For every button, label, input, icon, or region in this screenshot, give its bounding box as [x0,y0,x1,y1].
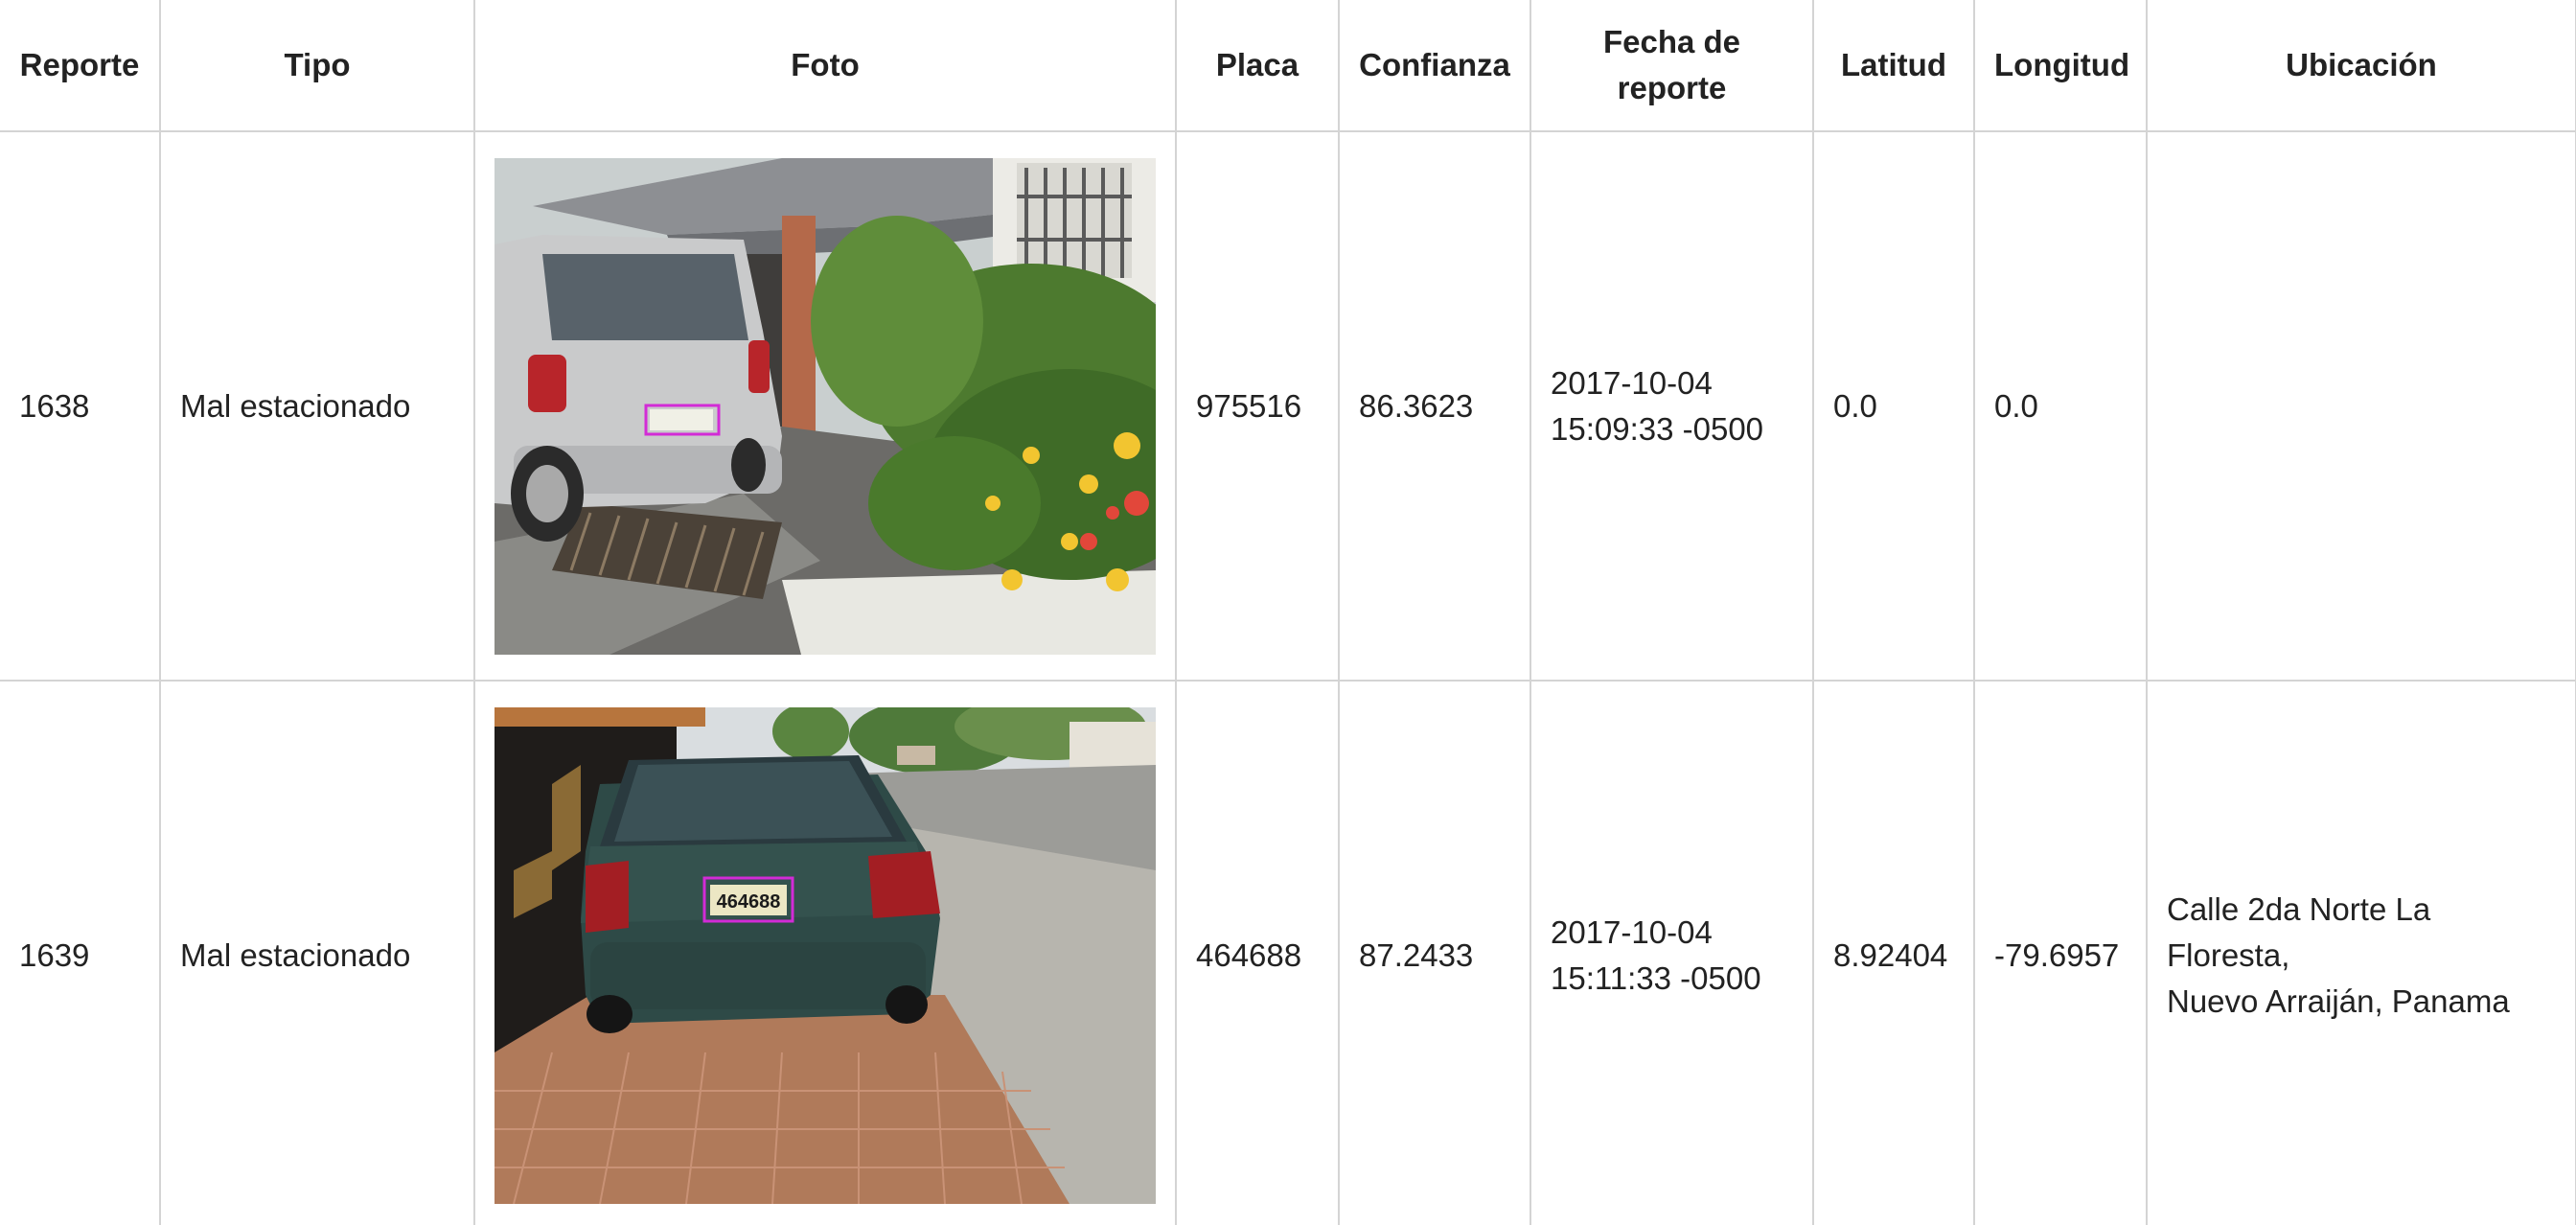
cell-ubicacion: Calle 2da Norte La Floresta, Nuevo Arrai… [2146,680,2576,1225]
cell-fecha: 2017-10-04 15:11:33 -0500 [1530,680,1814,1225]
fecha-time: 15:11:33 -0500 [1551,959,1761,996]
ubicacion-line1: Calle 2da Norte La Floresta, [2167,890,2431,973]
column-header-longitud: Longitud [1973,0,2148,132]
photo-silver-minivan-image [494,157,1156,655]
column-header-latitud: Latitud [1812,0,1975,132]
cell-placa: 975516 [1175,130,1340,682]
cell-longitud: -79.6957 [1973,680,2148,1225]
cell-foto [473,130,1177,682]
column-header-fecha: Fecha de reporte [1530,0,1814,132]
table-row: 1638 Mal estacionado 975516 86.3623 2017… [0,130,2576,682]
cell-reporte: 1638 [0,130,161,682]
fecha-date: 2017-10-04 [1551,364,1713,401]
cell-placa: 464688 [1175,680,1340,1225]
cell-tipo: Mal estacionado [159,680,475,1225]
cell-longitud: 0.0 [1973,130,2148,682]
column-header-tipo: Tipo [159,0,475,132]
ubicacion-line2: Nuevo Arraiján, Panama [2167,982,2510,1019]
column-header-ubicacion: Ubicación [2146,0,2576,132]
cell-ubicacion [2146,130,2576,682]
cell-reporte: 1639 [0,680,161,1225]
report-photo-silver-minivan[interactable] [494,157,1156,655]
column-header-foto: Foto [473,0,1177,132]
cell-confianza: 87.2433 [1338,680,1531,1225]
column-header-placa: Placa [1175,0,1340,132]
column-header-reporte: Reporte [0,0,161,132]
reports-table: Reporte Tipo Foto Placa Confianza Fecha … [0,0,2576,1225]
cell-latitud: 0.0 [1812,130,1975,682]
table-row: 1639 Mal estacionado 464688 464688 87.24… [0,680,2576,1225]
photo-dark-green-sedan-image: 464688 [494,706,1156,1204]
report-photo-dark-green-sedan[interactable]: 464688 [494,706,1156,1204]
cell-tipo: Mal estacionado [159,130,475,682]
cell-foto: 464688 [473,680,1177,1225]
header-row: Reporte Tipo Foto Placa Confianza Fecha … [0,0,2576,132]
plate-text: 464688 [717,891,781,913]
fecha-date: 2017-10-04 [1551,913,1713,950]
cell-latitud: 8.92404 [1812,680,1975,1225]
cell-confianza: 86.3623 [1338,130,1531,682]
column-header-confianza: Confianza [1338,0,1531,132]
fecha-time: 15:09:33 -0500 [1551,410,1764,447]
cell-fecha: 2017-10-04 15:09:33 -0500 [1530,130,1814,682]
